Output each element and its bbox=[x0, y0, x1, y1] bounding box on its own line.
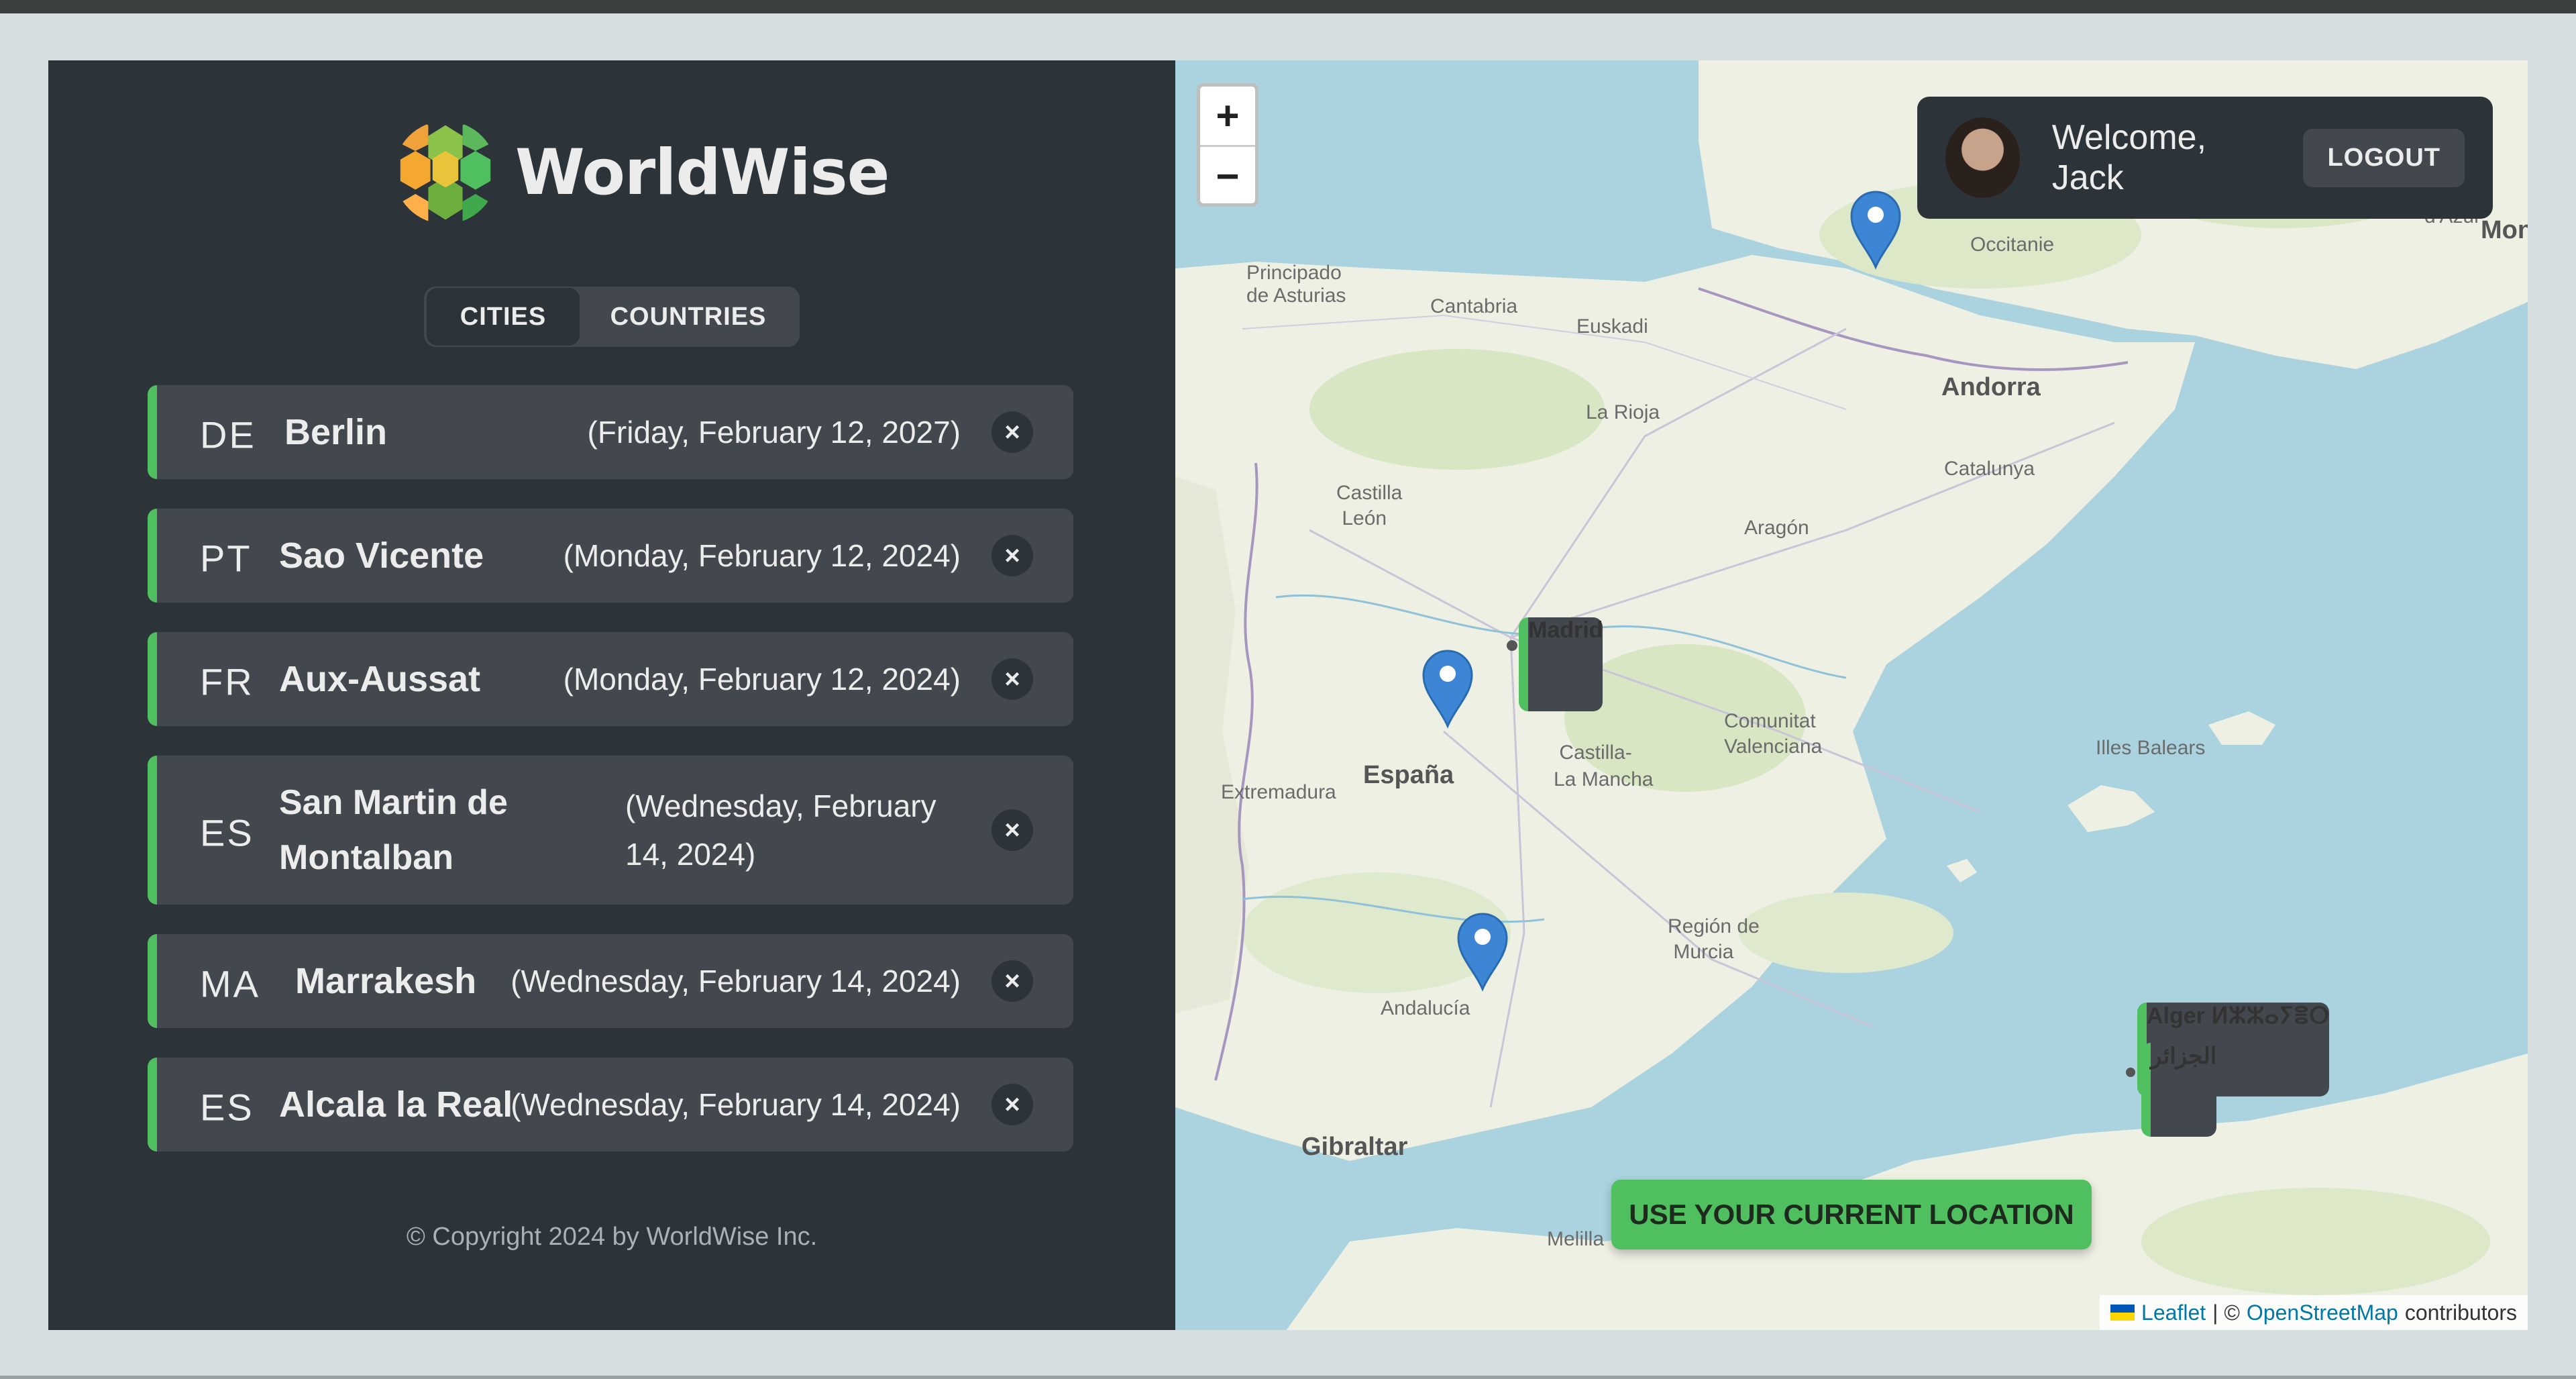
country-code: FR bbox=[200, 660, 254, 703]
map-label-catalunya: Catalunya bbox=[1944, 458, 2035, 480]
map[interactable]: Principado de Asturias Cantabria Euskadi … bbox=[1175, 60, 2528, 1330]
city-item[interactable]: PT Sao Vicente (Monday, February 12, 202… bbox=[148, 509, 1073, 603]
city-item[interactable]: FR Aux-Aussat (Monday, February 12, 2024… bbox=[148, 632, 1073, 726]
country-code: PT bbox=[200, 537, 252, 580]
delete-city-button[interactable]: × bbox=[991, 809, 1033, 851]
map-label-principado: Principado de Asturias bbox=[1246, 262, 1346, 307]
city-name: Berlin bbox=[284, 412, 388, 452]
city-date: (Wednesday, February 14, 2024) bbox=[511, 1087, 961, 1122]
map-label-andalucia: Andalucía bbox=[1381, 997, 1470, 1019]
city-date: (Wednesday, February 14, 2024) bbox=[625, 788, 936, 872]
city-item[interactable]: MA Marrakesh (Wednesday, February 14, 20… bbox=[148, 934, 1073, 1028]
view-tabs: CITIES COUNTRIES bbox=[424, 287, 800, 347]
map-label-madrid: Madrid bbox=[1519, 617, 1603, 711]
map-label-castilla-mancha: Castilla- La Mancha bbox=[1554, 742, 1654, 790]
map-marker-icon[interactable] bbox=[1456, 911, 1509, 992]
country-code: MA bbox=[200, 962, 260, 1005]
map-marker-icon[interactable] bbox=[1849, 189, 1902, 270]
city-date: (Monday, February 12, 2024) bbox=[563, 538, 961, 573]
attribution-contributors: contributors bbox=[2404, 1300, 2517, 1325]
map-label-aljazair: الجزائر bbox=[2141, 1043, 2217, 1137]
city-date: (Monday, February 12, 2024) bbox=[563, 662, 961, 697]
map-label-murcia: Región de Murcia bbox=[1668, 915, 1760, 963]
map-label-extremadura: Extremadura bbox=[1221, 781, 1336, 803]
city-name: San Martin de Montalban bbox=[279, 783, 508, 877]
delete-city-button[interactable]: × bbox=[991, 535, 1033, 576]
city-item[interactable]: ES Alcala la Real (Wednesday, February 1… bbox=[148, 1058, 1073, 1152]
country-code: ES bbox=[200, 811, 254, 854]
country-code: ES bbox=[200, 1086, 254, 1129]
sidebar: WorldWise CITIES COUNTRIES DE Berlin (Fr… bbox=[48, 60, 1175, 1330]
city-date: (Friday, February 12, 2027) bbox=[587, 415, 961, 450]
ukraine-flag-icon bbox=[2110, 1305, 2135, 1321]
avatar bbox=[1945, 117, 2020, 198]
map-label-mon: Mon bbox=[2481, 216, 2528, 244]
city-date: (Wednesday, February 14, 2024) bbox=[511, 964, 961, 999]
map-label-melilla: Melilla bbox=[1547, 1228, 1605, 1250]
leaflet-link[interactable]: Leaflet bbox=[2141, 1300, 2206, 1325]
map-label-larioja: La Rioja bbox=[1586, 401, 1660, 423]
map-label-occitanie: Occitanie bbox=[1970, 234, 2055, 256]
browser-bottom-bar bbox=[0, 1376, 2576, 1379]
city-item[interactable]: DE Berlin (Friday, February 12, 2027) × bbox=[148, 385, 1073, 479]
zoom-out-button[interactable]: − bbox=[1200, 147, 1255, 203]
app-name: WorldWise bbox=[515, 136, 890, 209]
city-name: Aux-Aussat bbox=[279, 659, 481, 699]
delete-city-button[interactable]: × bbox=[991, 960, 1033, 1002]
use-current-location-button[interactable]: USE YOUR CURRENT LOCATION bbox=[1611, 1180, 2092, 1249]
globe-logo-icon bbox=[394, 121, 497, 224]
map-label-gibraltar: Gibraltar bbox=[1301, 1133, 1408, 1161]
zoom-control: + − bbox=[1197, 83, 1258, 207]
logout-button[interactable]: LOGOUT bbox=[2303, 128, 2465, 187]
map-label-euskadi: Euskadi bbox=[1576, 315, 1648, 338]
attribution-separator: | © bbox=[2212, 1300, 2240, 1325]
tab-countries[interactable]: COUNTRIES bbox=[580, 288, 797, 346]
city-name: Marrakesh bbox=[295, 961, 477, 1001]
city-item[interactable]: ES San Martin de Montalban (Wednesday, F… bbox=[148, 756, 1073, 905]
browser-top-bar bbox=[0, 0, 2576, 13]
country-code: DE bbox=[200, 413, 256, 456]
map-attribution: Leaflet | © OpenStreetMap contributors bbox=[2100, 1295, 2528, 1330]
map-marker-icon[interactable] bbox=[1421, 648, 1474, 729]
map-label-andorra: Andorra bbox=[1941, 373, 2041, 401]
map-label-espana: España bbox=[1363, 761, 1454, 789]
logo[interactable]: WorldWise bbox=[392, 119, 890, 226]
delete-city-button[interactable]: × bbox=[991, 1084, 1033, 1125]
city-name: Sao Vicente bbox=[279, 535, 484, 576]
map-label-comunitat: Comunitat Valenciana bbox=[1724, 710, 1823, 758]
copyright: © Copyright 2024 by WorldWise Inc. bbox=[406, 1223, 818, 1251]
zoom-in-button[interactable]: + bbox=[1200, 87, 1255, 147]
map-label-illes: Illes Balears bbox=[2096, 737, 2206, 759]
user-panel: Welcome, Jack LOGOUT bbox=[1917, 97, 2493, 219]
map-label-aragon: Aragón bbox=[1744, 517, 1809, 539]
welcome-text: Welcome, Jack bbox=[2051, 118, 2207, 197]
app-layout: WorldWise CITIES COUNTRIES DE Berlin (Fr… bbox=[48, 60, 2528, 1330]
map-label-cantabria: Cantabria bbox=[1430, 295, 1518, 317]
openstreetmap-link[interactable]: OpenStreetMap bbox=[2247, 1300, 2398, 1325]
delete-city-button[interactable]: × bbox=[991, 411, 1033, 453]
map-label-castilla-leon: Castilla León bbox=[1336, 482, 1403, 529]
delete-city-button[interactable]: × bbox=[991, 658, 1033, 700]
city-name: Alcala la Real bbox=[279, 1084, 513, 1125]
tab-cities[interactable]: CITIES bbox=[427, 288, 580, 346]
city-list: DE Berlin (Friday, February 12, 2027) × … bbox=[148, 385, 1073, 1181]
